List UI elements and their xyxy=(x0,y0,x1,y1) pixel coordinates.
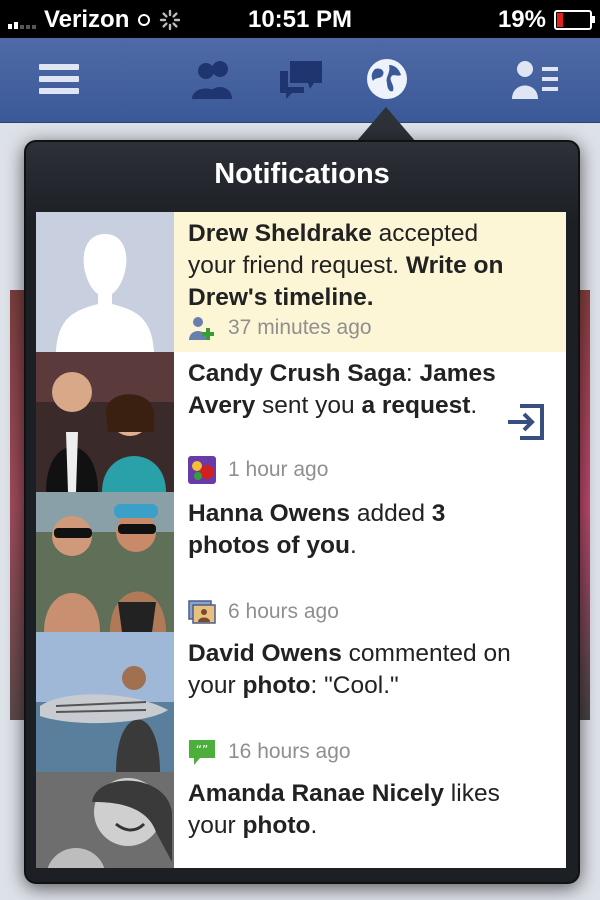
battery-icon xyxy=(554,10,595,30)
contacts-icon[interactable] xyxy=(508,54,562,104)
notification-bold-text[interactable]: Hanna Owens xyxy=(188,500,350,527)
notification-bold-text[interactable]: Amanda Ranae Nicely xyxy=(188,780,444,807)
notification-plain-text: : xyxy=(405,360,420,387)
friend-added-icon xyxy=(188,314,216,342)
notifications-popover: Notifications Drew Sheldrake accepted yo… xyxy=(24,140,580,884)
photo-tag-icon xyxy=(188,598,216,626)
notification-meta: 6 hours ago xyxy=(188,598,339,626)
notification-bold-text[interactable]: Candy Crush Saga xyxy=(188,360,406,387)
notification-meta: 37 minutes ago xyxy=(188,314,372,342)
notification-plain-text: added xyxy=(350,500,432,527)
notification-text: Candy Crush Saga: James Avery sent you a… xyxy=(188,358,518,422)
notification-time: 1 hour ago xyxy=(228,458,329,481)
messages-icon[interactable] xyxy=(274,54,328,104)
notification-bold-text[interactable]: photo xyxy=(242,672,310,699)
notification-bold-text[interactable]: David Owens xyxy=(188,640,342,667)
comment-icon: “” xyxy=(188,738,216,766)
top-nav-bar xyxy=(0,38,600,123)
candy-crush-app-icon xyxy=(188,456,216,484)
notification-item[interactable]: Hanna Owens added 3 photos of you. 6 hou… xyxy=(36,492,566,633)
notification-bold-text[interactable]: Drew Sheldrake xyxy=(188,220,372,247)
notification-plain-text: : "Cool." xyxy=(310,672,399,699)
notification-plain-text: . xyxy=(310,812,318,839)
notification-meta: 1 hour ago xyxy=(188,456,328,484)
notification-item[interactable]: David Owens commented on your photo: "Co… xyxy=(36,632,566,773)
notification-item[interactable]: Candy Crush Saga: James Avery sent you a… xyxy=(36,352,566,493)
notification-item[interactable]: Drew Sheldrake accepted your friend requ… xyxy=(36,212,566,353)
avatar xyxy=(36,632,174,772)
notification-meta: “” 16 hours ago xyxy=(188,738,351,766)
notification-time: 37 minutes ago xyxy=(228,316,372,339)
notification-text: David Owens commented on your photo: "Co… xyxy=(188,638,518,702)
popover-pointer xyxy=(356,107,416,142)
popover-title: Notifications xyxy=(214,158,390,190)
avatar xyxy=(36,772,174,868)
avatar xyxy=(36,352,174,492)
battery-percent: 19% xyxy=(497,6,546,33)
svg-text:“”: “” xyxy=(196,743,208,757)
avatar xyxy=(36,212,174,352)
status-bar: Verizon 10:51 PM 19% xyxy=(0,0,600,38)
friend-requests-icon[interactable] xyxy=(186,54,240,104)
menu-icon[interactable] xyxy=(32,54,86,104)
avatar xyxy=(36,492,174,632)
notifications-globe-icon[interactable] xyxy=(360,54,414,104)
notification-plain-text: sent you xyxy=(255,392,362,419)
notification-plain-text: . xyxy=(470,392,478,419)
notification-text: Drew Sheldrake accepted your friend requ… xyxy=(188,218,518,314)
open-request-icon[interactable] xyxy=(504,400,548,444)
notification-text: Hanna Owens added 3 photos of you. xyxy=(188,498,518,562)
notification-time: 16 hours ago xyxy=(228,740,351,763)
notification-plain-text: . xyxy=(349,532,357,559)
notifications-list[interactable]: Drew Sheldrake accepted your friend requ… xyxy=(36,212,566,868)
notification-item[interactable]: Amanda Ranae Nicely likes your photo. xyxy=(36,772,566,868)
notification-bold-text[interactable]: photo xyxy=(242,812,310,839)
notification-text: Amanda Ranae Nicely likes your photo. xyxy=(188,778,518,842)
notification-time: 6 hours ago xyxy=(228,600,339,623)
notification-bold-text[interactable]: a request xyxy=(361,392,470,419)
